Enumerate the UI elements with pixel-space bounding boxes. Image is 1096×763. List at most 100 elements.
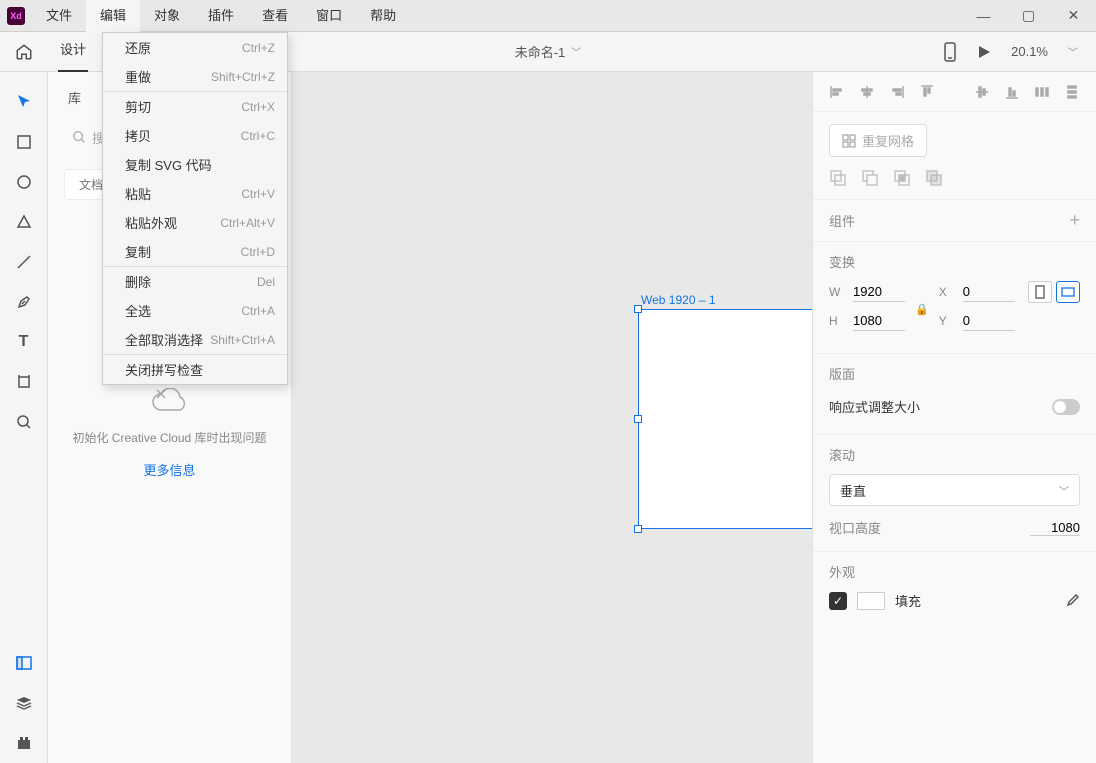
edit-menu-item[interactable]: 剪切Ctrl+X [103, 92, 287, 121]
menu-bar: Xd 文件 编辑 对象 插件 查看 窗口 帮助 — ▢ ✕ [0, 0, 1096, 32]
plugins-panel-button[interactable] [0, 723, 48, 763]
minimize-button[interactable]: — [961, 0, 1006, 32]
rectangle-tool[interactable] [0, 122, 48, 162]
grid-icon [842, 134, 856, 148]
width-input[interactable] [853, 282, 905, 302]
x-input[interactable] [963, 282, 1015, 302]
scroll-label: 滚动 [829, 445, 855, 464]
add-component-button[interactable]: + [1069, 210, 1080, 231]
right-panel: 重复网格 组件 + 变换 W 🔒 X [812, 72, 1096, 763]
h-label: H [829, 314, 843, 328]
device-preview-icon[interactable] [943, 42, 957, 62]
exclude-boolean-icon[interactable] [925, 169, 943, 187]
chevron-down-icon: ﹀ [571, 44, 581, 59]
lock-aspect-icon[interactable]: 🔒 [915, 303, 929, 316]
edit-menu-item[interactable]: 删除Del [103, 267, 287, 296]
align-middle-icon[interactable] [974, 83, 990, 101]
resize-handle[interactable] [634, 525, 642, 533]
menu-plugins[interactable]: 插件 [194, 0, 248, 32]
portrait-button[interactable] [1028, 281, 1052, 303]
select-tool[interactable] [0, 82, 48, 122]
tool-rail: T [0, 72, 48, 763]
more-info-link[interactable]: 更多信息 [48, 460, 291, 479]
align-center-h-icon[interactable] [859, 83, 875, 101]
document-title[interactable]: 未命名-1 ﹀ [515, 42, 582, 61]
cloud-error-icon [149, 388, 191, 416]
fill-swatch[interactable] [857, 592, 885, 610]
menu-file[interactable]: 文件 [32, 0, 86, 32]
text-tool[interactable]: T [0, 322, 48, 362]
libraries-panel-button[interactable] [0, 643, 48, 683]
edit-menu-item[interactable]: 粘贴Ctrl+V [103, 179, 287, 208]
height-input[interactable] [853, 311, 905, 331]
artboard-label[interactable]: Web 1920 – 1 [641, 293, 716, 307]
pen-tool[interactable] [0, 282, 48, 322]
landscape-button[interactable] [1056, 281, 1080, 303]
responsive-toggle[interactable] [1052, 399, 1080, 415]
repeat-grid-button[interactable]: 重复网格 [829, 124, 927, 157]
polygon-tool[interactable] [0, 202, 48, 242]
maximize-button[interactable]: ▢ [1006, 0, 1051, 32]
edit-menu-item[interactable]: 还原Ctrl+Z [103, 33, 287, 62]
edit-menu-item[interactable]: 全部取消选择Shift+Ctrl+A [103, 325, 287, 354]
menu-view[interactable]: 查看 [248, 0, 302, 32]
layout-label: 版面 [829, 364, 855, 383]
scroll-select[interactable]: 垂直 ﹀ [829, 474, 1080, 506]
align-row [813, 72, 1096, 112]
repeat-grid-label: 重复网格 [862, 131, 914, 150]
resize-handle[interactable] [634, 415, 642, 423]
edit-menu-item[interactable]: 复制 SVG 代码 [103, 150, 287, 179]
fill-label: 填充 [895, 591, 921, 610]
appearance-label: 外观 [829, 562, 855, 581]
artboard-tool[interactable] [0, 362, 48, 402]
edit-menu-item[interactable]: 复制Ctrl+D [103, 237, 287, 266]
zoom-tool[interactable] [0, 402, 48, 442]
y-label: Y [939, 314, 953, 328]
zoom-percent[interactable]: 20.1% [1011, 44, 1048, 59]
edit-menu-item[interactable]: 重做Shift+Ctrl+Z [103, 62, 287, 91]
align-left-icon[interactable] [829, 83, 845, 101]
line-tool[interactable] [0, 242, 48, 282]
chevron-down-icon[interactable]: ﹀ [1068, 44, 1078, 59]
viewport-label: 视口高度 [829, 518, 881, 537]
app-icon: Xd [0, 0, 32, 32]
responsive-label: 响应式调整大小 [829, 397, 920, 416]
edit-menu-item[interactable]: 全选Ctrl+A [103, 296, 287, 325]
w-label: W [829, 285, 843, 299]
align-bottom-icon[interactable] [1004, 83, 1020, 101]
play-button[interactable] [977, 45, 991, 59]
align-top-icon[interactable] [919, 83, 935, 101]
eyedropper-icon[interactable] [1064, 593, 1080, 609]
edit-menu-item[interactable]: 关闭拼写检查 [103, 355, 287, 384]
distribute-v-icon[interactable] [1064, 83, 1080, 101]
artboard[interactable] [638, 309, 812, 529]
fill-checkbox[interactable]: ✓ [829, 592, 847, 610]
intersect-boolean-icon[interactable] [893, 169, 911, 187]
y-input[interactable] [963, 311, 1015, 331]
menu-help[interactable]: 帮助 [356, 0, 410, 32]
design-tab[interactable]: 设计 [48, 39, 98, 64]
align-right-icon[interactable] [889, 83, 905, 101]
add-boolean-icon[interactable] [829, 169, 847, 187]
menu-window[interactable]: 窗口 [302, 0, 356, 32]
viewport-height-input[interactable] [1030, 520, 1080, 536]
section-transform: 变换 [813, 242, 1096, 281]
close-button[interactable]: ✕ [1051, 0, 1096, 32]
x-label: X [939, 285, 953, 299]
cloud-error: 初始化 Creative Cloud 库时出现问题 更多信息 [48, 388, 291, 479]
edit-menu-item[interactable]: 拷贝Ctrl+C [103, 121, 287, 150]
cloud-error-text: 初始化 Creative Cloud 库时出现问题 [48, 429, 291, 446]
distribute-h-icon[interactable] [1034, 83, 1050, 101]
edit-menu-item[interactable]: 粘贴外观Ctrl+Alt+V [103, 208, 287, 237]
edit-menu-dropdown: 还原Ctrl+Z重做Shift+Ctrl+Z剪切Ctrl+X拷贝Ctrl+C复制… [102, 32, 288, 385]
subtract-boolean-icon[interactable] [861, 169, 879, 187]
menu-edit[interactable]: 编辑 [86, 0, 140, 32]
search-icon [72, 130, 86, 144]
resize-handle[interactable] [634, 305, 642, 313]
layers-panel-button[interactable] [0, 683, 48, 723]
canvas[interactable]: Web 1920 – 1 [292, 72, 812, 763]
home-button[interactable] [0, 43, 48, 61]
menu-object[interactable]: 对象 [140, 0, 194, 32]
ellipse-tool[interactable] [0, 162, 48, 202]
section-component: 组件 + [813, 200, 1096, 241]
